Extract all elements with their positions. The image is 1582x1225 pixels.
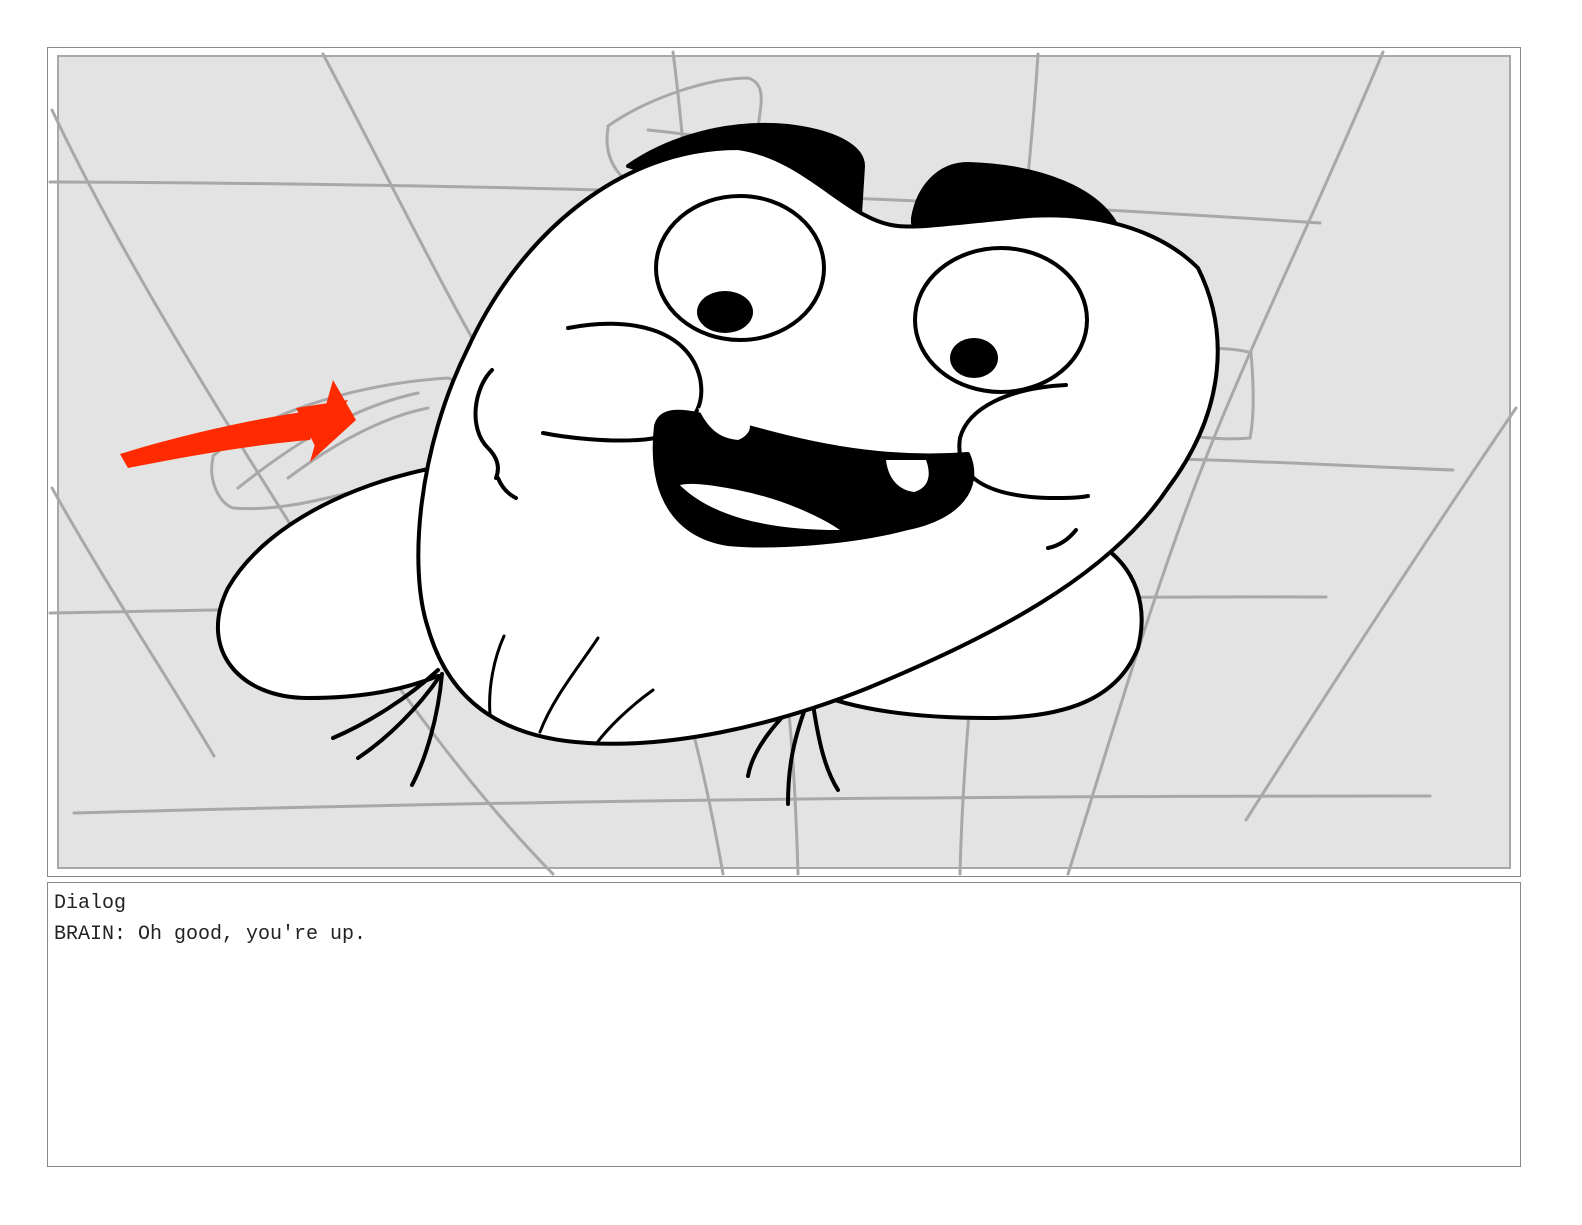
storyboard-page: Dialog BRAIN: Oh good, you're up. xyxy=(0,0,1582,1225)
right-pupil xyxy=(950,338,998,378)
right-eye xyxy=(913,246,1089,394)
left-pupil xyxy=(697,291,753,333)
storyboard-panel xyxy=(47,47,1521,877)
dialog-line: BRAIN: Oh good, you're up. xyxy=(54,923,367,946)
dialog-heading: Dialog xyxy=(54,892,127,915)
panel-illustration xyxy=(48,48,1520,876)
dialog-box: Dialog BRAIN: Oh good, you're up. xyxy=(47,882,1521,1167)
